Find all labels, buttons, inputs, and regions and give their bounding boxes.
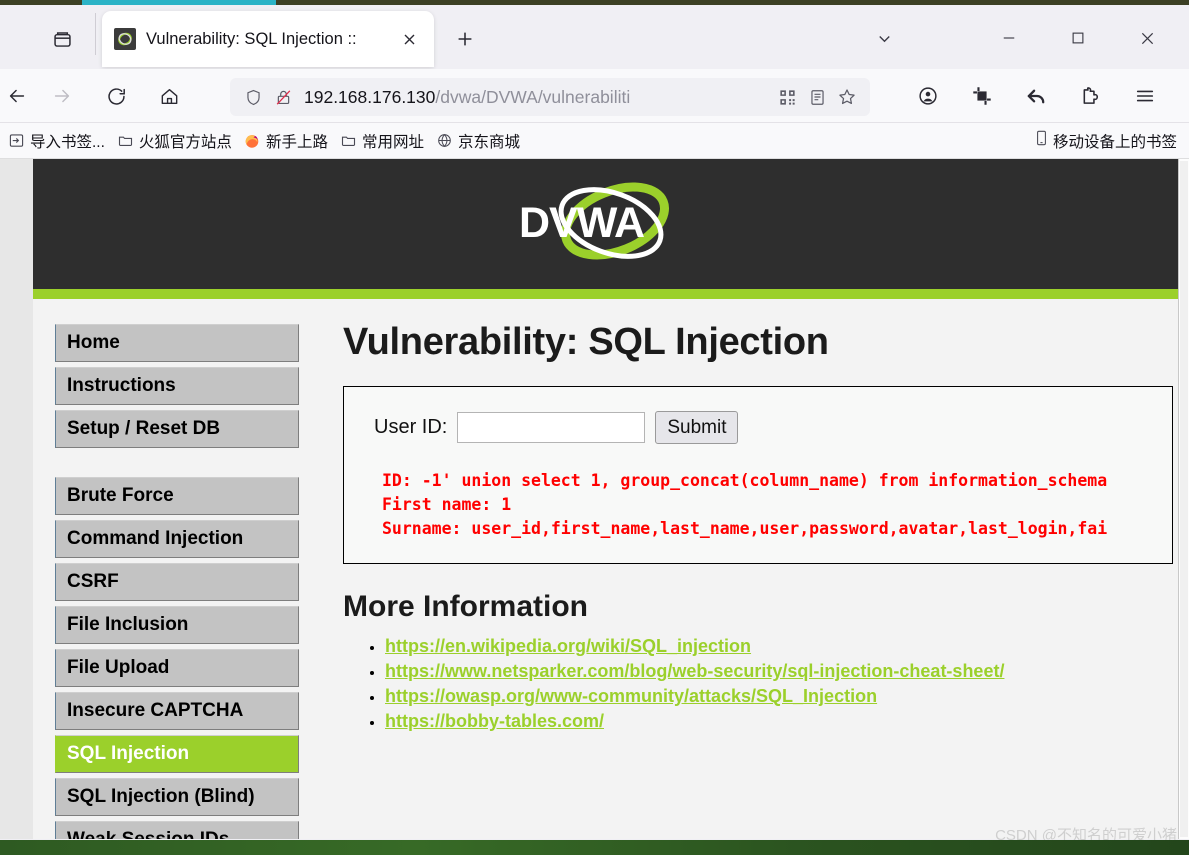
bookmark-label: 移动设备上的书签: [1052, 133, 1177, 151]
firefox-icon: [244, 132, 261, 149]
sidebar-item-file-upload[interactable]: File Upload: [55, 649, 299, 687]
sidebar-group-divider: [55, 453, 299, 477]
tab-title: Vulnerability: SQL Injection ::: [146, 29, 357, 48]
sidebar-item-csrf[interactable]: CSRF: [55, 563, 299, 601]
more-information-title: More Information: [343, 590, 588, 623]
scrollbar-track[interactable]: [1180, 161, 1188, 837]
dvwa-body: Home Instructions Setup / Reset DB Brute…: [33, 299, 1178, 839]
dvwa-sidebar: Home Instructions Setup / Reset DB Brute…: [33, 299, 321, 839]
sidebar-item-weak-session-ids[interactable]: Weak Session IDs: [55, 821, 299, 839]
sidebar-item-brute-force[interactable]: Brute Force: [55, 477, 299, 515]
new-tab-button[interactable]: [448, 23, 482, 55]
tab-close-icon[interactable]: [396, 26, 422, 52]
sidebar-item-sql-injection[interactable]: SQL Injection: [55, 735, 299, 773]
account-icon[interactable]: [910, 80, 946, 112]
bookmark-item-jd[interactable]: 京东商城: [430, 127, 526, 155]
window-close-button[interactable]: [1124, 19, 1170, 57]
undo-icon[interactable]: [1018, 80, 1054, 112]
bookmark-item-beginner[interactable]: 新手上路: [238, 127, 334, 155]
svg-text:DVWA: DVWA: [519, 199, 644, 247]
extensions-icon[interactable]: [1072, 80, 1108, 112]
browser-window: Vulnerability: SQL Injection :: 192.168.…: [0, 5, 1189, 840]
sidebar-item-sql-injection-blind[interactable]: SQL Injection (Blind): [55, 778, 299, 816]
page-title: Vulnerability: SQL Injection: [343, 321, 829, 363]
bookmark-label: 火狐官方站点: [138, 133, 232, 151]
dvwa-favicon: [114, 28, 136, 50]
user-id-form: User ID: Submit: [374, 411, 1172, 444]
folder-icon: [340, 132, 357, 149]
bookmark-label: 常用网址: [361, 133, 424, 151]
link-bobby-tables[interactable]: https://bobby-tables.com/: [385, 711, 604, 731]
navigation-toolbar: 192.168.176.130/dvwa/DVWA/vulnerabiliti: [0, 69, 1189, 123]
list-item: https://en.wikipedia.org/wiki/SQL_inject…: [385, 636, 1178, 657]
sidebar-item-home[interactable]: Home: [55, 324, 299, 362]
sidebar-item-file-inclusion[interactable]: File Inclusion: [55, 606, 299, 644]
bookmark-item-import[interactable]: 导入书签...: [2, 127, 111, 155]
dvwa-header: DVWA: [33, 159, 1178, 289]
dvwa-logo: DVWA: [511, 181, 701, 267]
url-bar[interactable]: 192.168.176.130/dvwa/DVWA/vulnerabiliti: [230, 78, 870, 116]
sidebar-item-command-injection[interactable]: Command Injection: [55, 520, 299, 558]
insecure-lock-icon[interactable]: [268, 84, 298, 110]
bookmark-label: 京东商城: [457, 133, 520, 151]
globe-icon: [436, 132, 453, 149]
folder-icon: [117, 132, 134, 149]
mobile-icon: [1034, 130, 1049, 151]
bookmark-label: 新手上路: [265, 133, 328, 151]
user-id-input[interactable]: [457, 412, 646, 443]
sidebar-toggle-icon[interactable]: [44, 25, 80, 53]
list-item: https://owasp.org/www-community/attacks/…: [385, 686, 1178, 707]
menu-icon[interactable]: [1127, 80, 1163, 112]
page-scrollbar[interactable]: [1178, 159, 1189, 839]
link-wikipedia[interactable]: https://en.wikipedia.org/wiki/SQL_inject…: [385, 636, 751, 656]
tab-strip: Vulnerability: SQL Injection ::: [0, 5, 1189, 69]
bookmark-star-icon[interactable]: [832, 84, 862, 110]
page-viewport: DVWA Home Instructions Setup / Reset DB …: [0, 159, 1189, 839]
bookmark-label: 导入书签...: [30, 133, 105, 151]
link-owasp[interactable]: https://owasp.org/www-community/attacks/…: [385, 686, 877, 706]
tab-strip-divider: [95, 13, 96, 55]
shield-icon[interactable]: [238, 84, 268, 110]
dvwa-accent-bar: [33, 289, 1178, 299]
sidebar-item-setup-reset-db[interactable]: Setup / Reset DB: [55, 410, 299, 448]
sql-injection-result: ID: -1' union select 1, group_concat(col…: [382, 471, 1108, 538]
window-maximize-button[interactable]: [1055, 19, 1101, 57]
bookmarks-bar: 导入书签... 火狐官方站点 新手上路 常用网址 京东商城 移动设备上的书签: [0, 123, 1189, 159]
browser-tab[interactable]: Vulnerability: SQL Injection ::: [102, 11, 434, 67]
dvwa-main-content: Vulnerability: SQL Injection User ID: Su…: [321, 299, 1178, 839]
desktop-bottom-strip: [0, 840, 1189, 855]
more-information-links: https://en.wikipedia.org/wiki/SQL_inject…: [343, 636, 1178, 732]
back-icon[interactable]: [0, 80, 34, 112]
bookmark-item-firefox-site[interactable]: 火狐官方站点: [111, 127, 238, 155]
user-id-label: User ID:: [374, 416, 448, 438]
forward-icon[interactable]: [45, 80, 79, 112]
list-item: https://bobby-tables.com/: [385, 711, 1178, 732]
submit-button[interactable]: Submit: [655, 411, 739, 444]
dvwa-page: DVWA Home Instructions Setup / Reset DB …: [33, 159, 1178, 839]
bookmark-item-common-sites[interactable]: 常用网址: [334, 127, 430, 155]
import-icon: [8, 132, 25, 149]
reader-view-icon[interactable]: [802, 84, 832, 110]
screenshot-icon[interactable]: [964, 80, 1000, 112]
list-item: https://www.netsparker.com/blog/web-secu…: [385, 661, 1178, 682]
url-text[interactable]: 192.168.176.130/dvwa/DVWA/vulnerabiliti: [304, 87, 766, 108]
bookmark-item-mobile[interactable]: 移动设备上的书签: [1034, 130, 1177, 152]
link-netsparker[interactable]: https://www.netsparker.com/blog/web-secu…: [385, 661, 1004, 681]
home-icon[interactable]: [152, 80, 186, 112]
reload-icon[interactable]: [99, 80, 133, 112]
list-all-tabs-icon[interactable]: [861, 19, 907, 57]
window-minimize-button[interactable]: [986, 19, 1032, 57]
sidebar-item-instructions[interactable]: Instructions: [55, 367, 299, 405]
qr-code-icon[interactable]: [772, 84, 802, 110]
vulnerability-panel: User ID: Submit ID: -1' union select 1, …: [343, 386, 1173, 564]
sidebar-item-insecure-captcha[interactable]: Insecure CAPTCHA: [55, 692, 299, 730]
